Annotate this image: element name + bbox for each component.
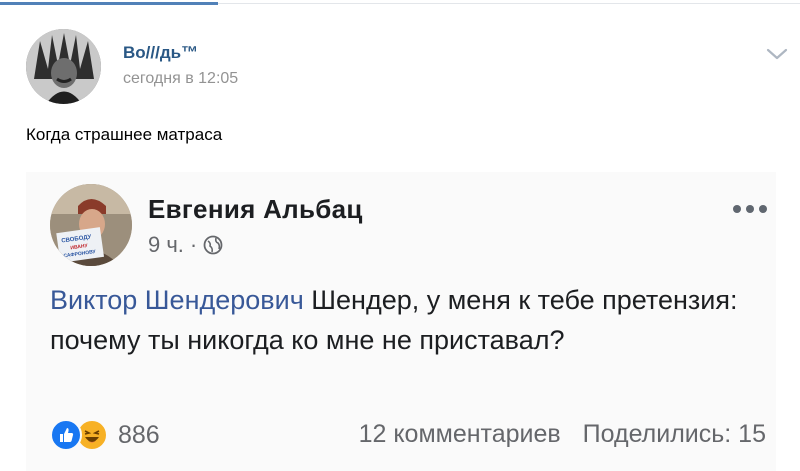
active-tab-indicator <box>0 2 218 5</box>
fb-author-name: Евгения Альбац <box>148 194 363 224</box>
meta-separator: · <box>189 232 198 257</box>
shares-count: Поделились: 15 <box>582 420 766 448</box>
post-timestamp[interactable]: сегодня в 12:05 <box>123 70 238 88</box>
reactions-count: 886 <box>118 420 160 449</box>
globe-icon <box>203 235 223 255</box>
post-text: Когда страшнее матраса <box>26 125 223 144</box>
post-header: Во///дь™ сегодня в 12:05 <box>26 29 788 105</box>
fb-post-meta: 9 ч. · <box>148 232 223 258</box>
author-avatar[interactable] <box>26 29 101 104</box>
tab-underline <box>0 0 800 5</box>
chevron-down-icon[interactable] <box>766 47 788 61</box>
fb-mention: Виктор Шендерович <box>50 285 304 315</box>
fb-post-stats: 12 комментариев Поделились: 15 <box>359 420 766 449</box>
fb-post-text: Виктор Шендерович Шендер, у меня к тебе … <box>50 280 750 360</box>
more-dots-icon <box>733 205 767 213</box>
like-icon <box>50 419 82 451</box>
fb-profile-avatar: СВОБОДУ ИВАНУ САФРОНОВУ <box>50 184 132 266</box>
reactions-summary: 886 <box>50 418 160 452</box>
comments-count: 12 комментариев <box>358 420 561 448</box>
attached-screenshot[interactable]: СВОБОДУ ИВАНУ САФРОНОВУ Евгения Альбац 9… <box>26 172 776 471</box>
fb-post-time: 9 ч. <box>148 232 184 257</box>
divider <box>218 3 800 4</box>
author-name-link[interactable]: Во///дь™ <box>123 43 198 63</box>
